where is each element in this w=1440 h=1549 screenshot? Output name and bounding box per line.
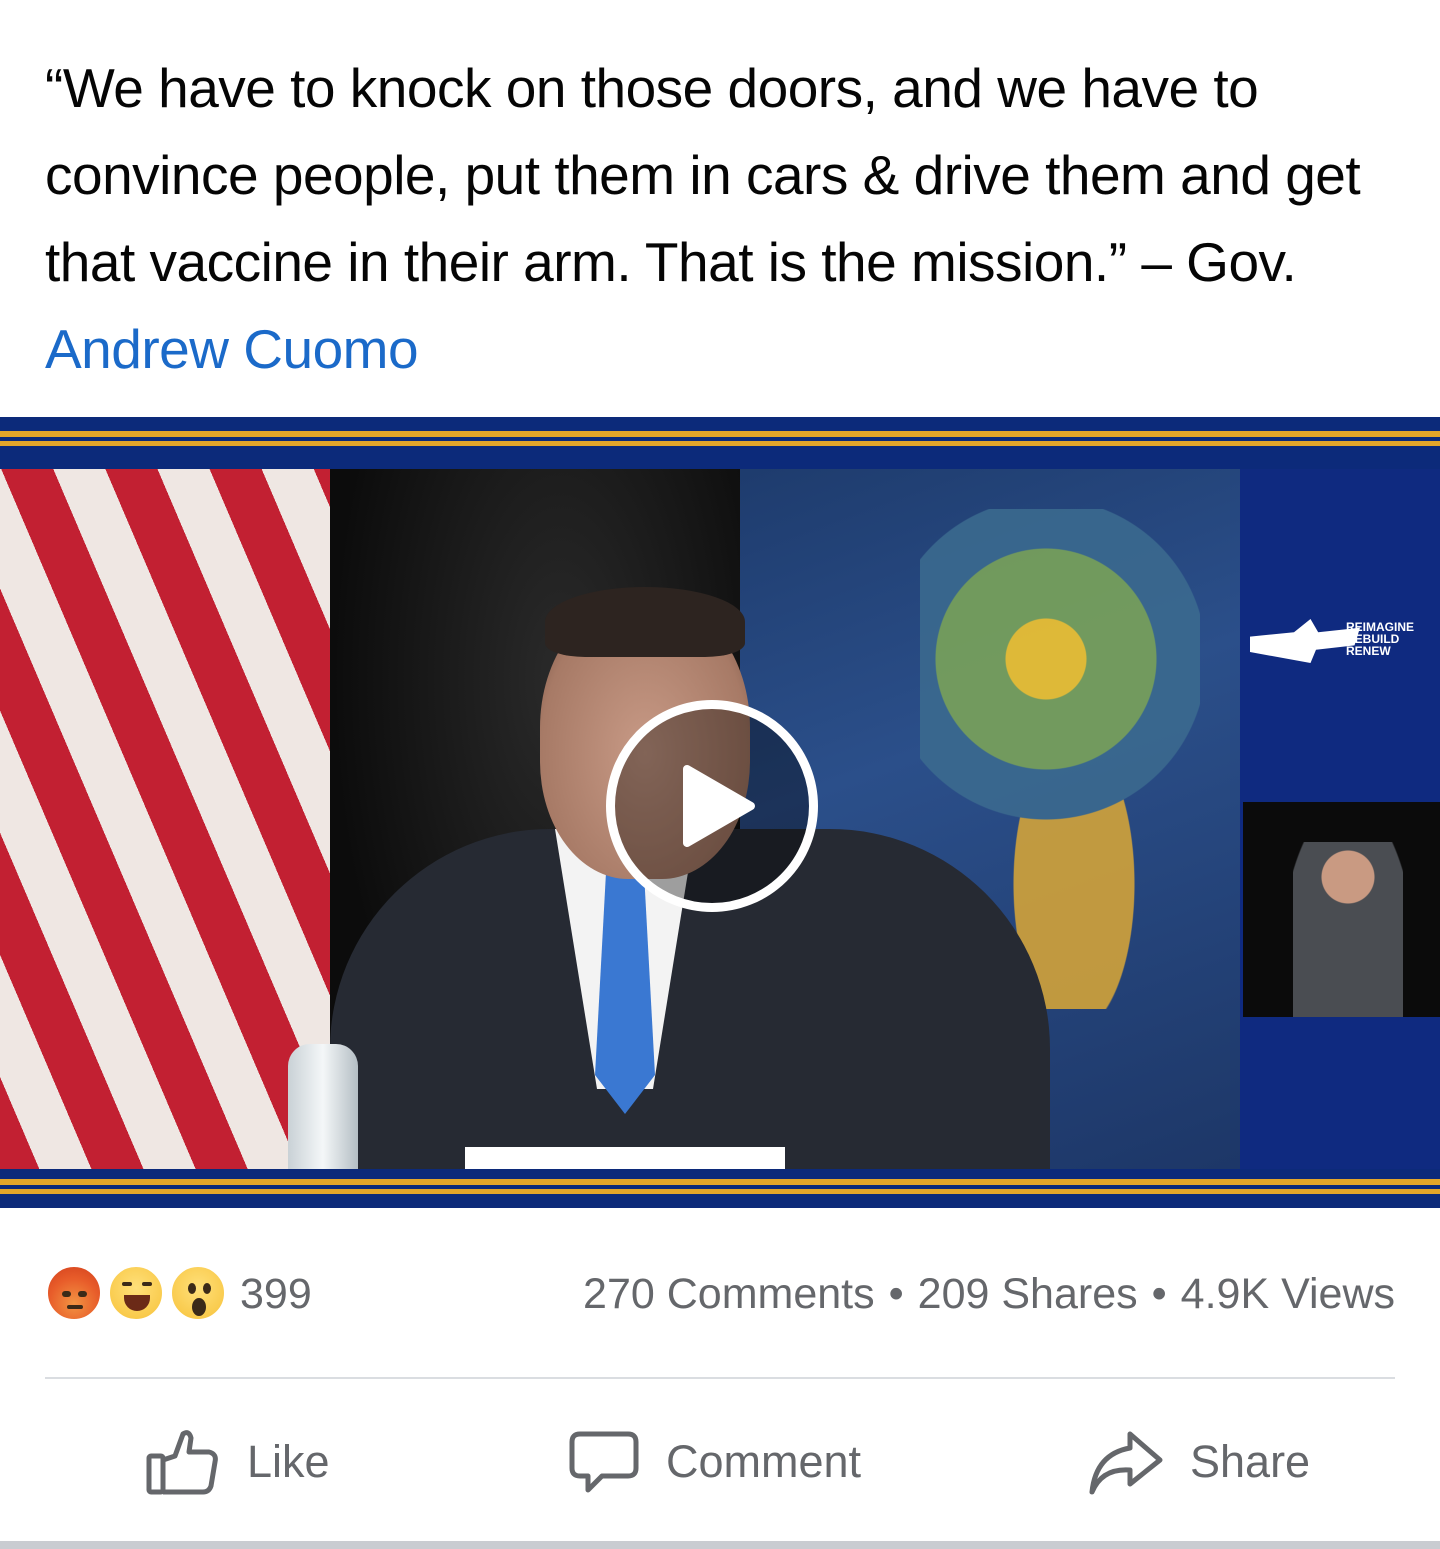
logo-word: RENEW (1346, 644, 1391, 658)
share-arrow-icon (1089, 1431, 1163, 1495)
speaker-hair (545, 587, 745, 657)
comment-label: Comment (666, 1436, 862, 1487)
nameplate (465, 1147, 785, 1169)
separator-dot: • (888, 1270, 904, 1318)
gold-stripe (0, 1179, 1440, 1185)
video-player[interactable]: REIMAGINE REBUILD RENEW (0, 417, 1440, 1208)
thumbs-up-icon (146, 1430, 218, 1495)
reaction-count: 399 (240, 1270, 312, 1318)
gold-stripe (0, 431, 1440, 437)
gold-stripe (0, 441, 1440, 446)
comment-button[interactable]: Comment (568, 1420, 861, 1504)
action-bar: Like Comment Share (0, 1420, 1440, 1504)
ny-state-icon (1250, 619, 1360, 663)
share-button[interactable]: Share (1088, 1420, 1310, 1504)
post-text: “We have to knock on those doors, and we… (45, 45, 1395, 393)
bottom-separator (0, 1541, 1440, 1549)
play-button[interactable] (606, 700, 818, 912)
engagement-counts: 270 Comments • 209 Shares • 4.9K Views (583, 1270, 1395, 1319)
post-body: “We have to knock on those doors, and we… (45, 57, 1361, 293)
gold-stripe (0, 1189, 1440, 1194)
views-count: 4.9K Views (1180, 1270, 1395, 1318)
angry-reaction-icon (45, 1264, 103, 1322)
like-button[interactable]: Like (145, 1420, 330, 1504)
share-label: Share (1190, 1436, 1311, 1487)
separator-dot: • (1151, 1270, 1167, 1318)
wow-reaction-icon (169, 1264, 227, 1322)
like-label: Like (247, 1436, 330, 1487)
haha-reaction-icon (107, 1264, 165, 1322)
interpreter-figure (1293, 842, 1403, 1017)
shares-count[interactable]: 209 Shares (918, 1270, 1138, 1318)
engagement-stats: 399 270 Comments • 209 Shares • 4.9K Views (45, 1262, 1395, 1328)
water-bottle (288, 1044, 358, 1169)
mention-link[interactable]: Andrew Cuomo (45, 318, 419, 380)
comment-icon (569, 1431, 639, 1493)
divider (45, 1377, 1395, 1379)
reimagine-logo: REIMAGINE REBUILD RENEW (1250, 605, 1425, 685)
play-icon (683, 765, 755, 847)
comments-count[interactable]: 270 Comments (583, 1270, 875, 1318)
sign-language-interpreter (1243, 802, 1440, 1017)
